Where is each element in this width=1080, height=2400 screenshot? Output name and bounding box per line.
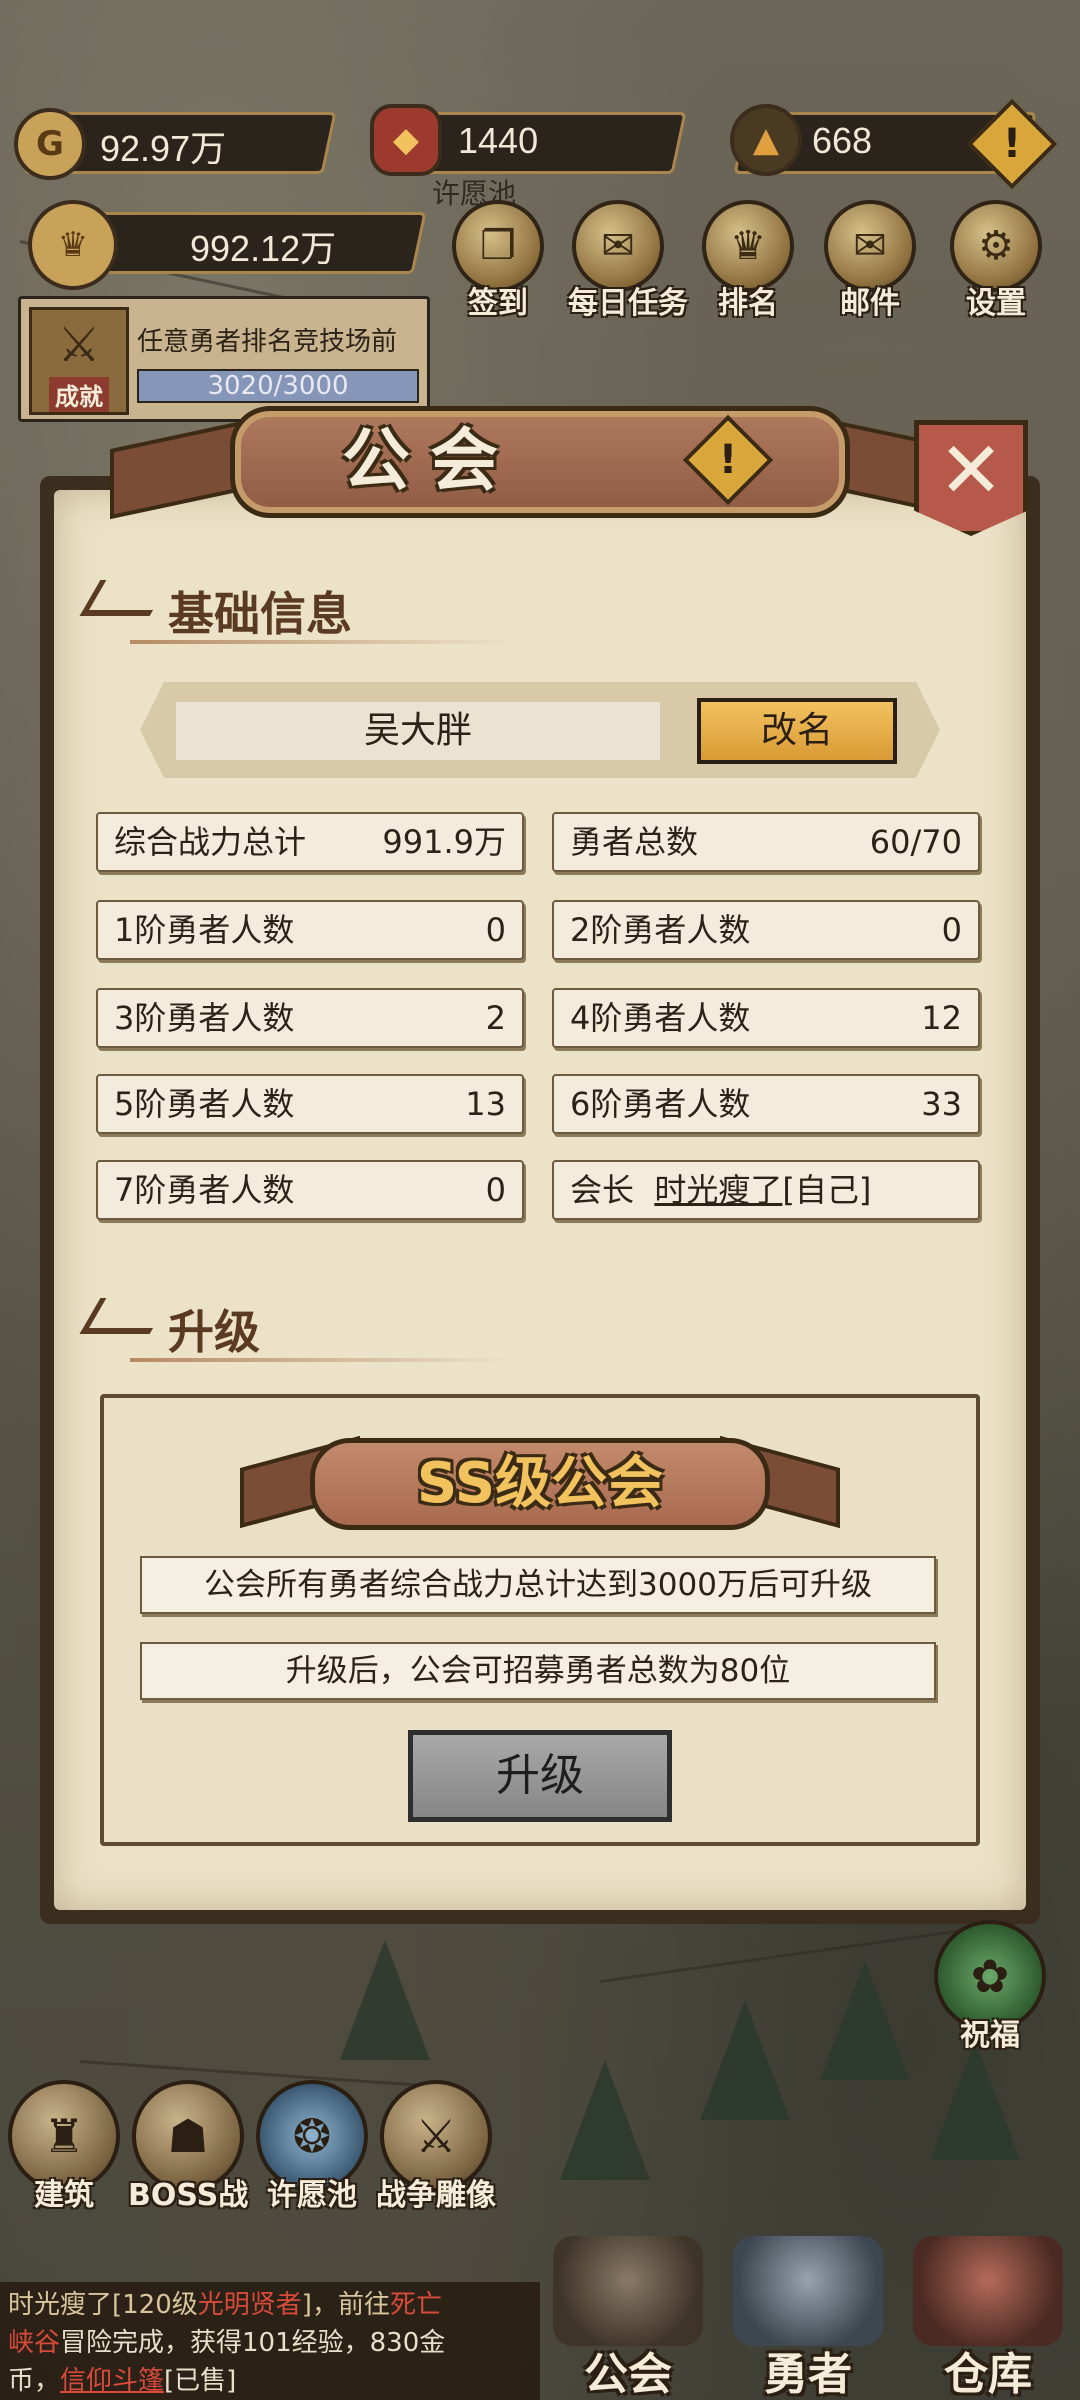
leader-self-tag: [自己] — [782, 1171, 872, 1209]
guild-rank-banner: SS级公会 — [310, 1438, 770, 1530]
ore-icon: ▲ — [730, 104, 802, 176]
achievement-progress-text: 3020/3000 — [207, 371, 349, 401]
close-icon: ✕ — [938, 426, 1004, 516]
stat-tier5: 5阶勇者人数 13 — [96, 1074, 524, 1134]
settings-button[interactable]: ⚙ 设置 — [946, 200, 1046, 322]
guild-hall-icon — [553, 2236, 703, 2346]
leader-label: 会长 — [570, 1171, 635, 1209]
upgrade-benefit: 升级后，公会可招募勇者总数为80位 — [140, 1642, 936, 1700]
stat-tier7: 7阶勇者人数 0 — [96, 1160, 524, 1220]
leader-name-link[interactable]: 时光瘦了 — [654, 1171, 782, 1209]
mail-button[interactable]: ✉ 邮件 — [820, 200, 920, 322]
daily-tasks-button[interactable]: ✉ 每日任务 — [568, 200, 688, 322]
upgrade-requirement: 公会所有勇者综合战力总计达到3000万后可升级 — [140, 1556, 936, 1614]
bless-button[interactable]: ✿ 祝福 — [930, 1920, 1050, 2054]
alert-icon: ! — [1002, 121, 1022, 167]
stat-leader: 会长 时光瘦了[自己] — [552, 1160, 980, 1220]
boss-battle-button[interactable]: ☗ BOSS战 — [128, 2080, 248, 2214]
building-button[interactable]: ♜ 建筑 — [4, 2080, 124, 2214]
stat-total-power: 综合战力总计 991.9万 — [96, 812, 524, 872]
pine-tree-decoration — [700, 2000, 790, 2120]
log-line-3: 币，信仰斗篷[已售] — [8, 2366, 237, 2396]
checkin-button[interactable]: ❐ 签到 — [448, 200, 548, 322]
upgrade-button[interactable]: 升级 — [408, 1730, 672, 1822]
pine-tree-decoration — [560, 2060, 650, 2180]
achievement-task: 任意勇者排名竞技场前 — [137, 327, 398, 357]
knight-helmet-icon — [733, 2236, 883, 2346]
power-amount: 992.12万 — [190, 228, 337, 269]
nav-tab-heroes[interactable]: 勇者 — [718, 2236, 898, 2400]
medal-shield-icon: ◆ — [370, 104, 442, 176]
crossed-swords-icon: ⚔ — [57, 317, 101, 373]
achievement-panel[interactable]: ⚔ 成就 任意勇者排名竞技场前 3020/3000 — [18, 296, 430, 422]
ranking-button[interactable]: ♛ 排名 — [698, 200, 798, 322]
achievement-badge: ⚔ 成就 — [29, 307, 129, 415]
power-crest-icon: ♛ — [28, 200, 118, 290]
gold-coin-icon: G — [14, 108, 86, 180]
stat-tier1: 1阶勇者人数 0 — [96, 900, 524, 960]
guild-name-field: 吴大胖 — [176, 702, 660, 760]
basic-info-title: 基础信息 — [168, 587, 352, 641]
achievement-progress: 3020/3000 — [137, 369, 419, 403]
pine-tree-decoration — [340, 1940, 430, 2060]
log-line-1: 时光瘦了[120级光明贤者]，前往死亡 — [8, 2290, 442, 2320]
medal-amount: 1440 — [458, 120, 539, 161]
warehouse-tent-icon — [913, 2236, 1063, 2346]
stat-tier6: 6阶勇者人数 33 — [552, 1074, 980, 1134]
gold-amount: 92.97万 — [100, 128, 227, 169]
nav-tab-guild[interactable]: 公会 — [538, 2236, 718, 2400]
ore-amount: 668 — [812, 120, 873, 161]
pine-tree-decoration — [930, 2040, 1020, 2160]
rename-button[interactable]: 改名 — [697, 698, 897, 764]
wishing-well-button[interactable]: ❂ 许愿池 — [252, 2080, 372, 2214]
upgrade-title: 升级 — [168, 1305, 260, 1359]
war-statue-button[interactable]: ⚔ 战争雕像 — [376, 2080, 496, 2214]
alert-icon: ! — [718, 437, 738, 483]
adventure-log: 时光瘦了[120级光明贤者]，前往死亡 峡谷冒险完成，获得101经验，830金 … — [0, 2282, 540, 2400]
pine-tree-decoration — [820, 1960, 910, 2080]
stat-tier3: 3阶勇者人数 2 — [96, 988, 524, 1048]
stat-hero-total: 勇者总数 60/70 — [552, 812, 980, 872]
nav-tab-warehouse[interactable]: 仓库 — [898, 2236, 1078, 2400]
stat-tier2: 2阶勇者人数 0 — [552, 900, 980, 960]
dialog-title: 公会 — [341, 422, 518, 501]
stat-tier4: 4阶勇者人数 12 — [552, 988, 980, 1048]
log-line-2: 峡谷冒险完成，获得101经验，830金 — [8, 2328, 446, 2358]
